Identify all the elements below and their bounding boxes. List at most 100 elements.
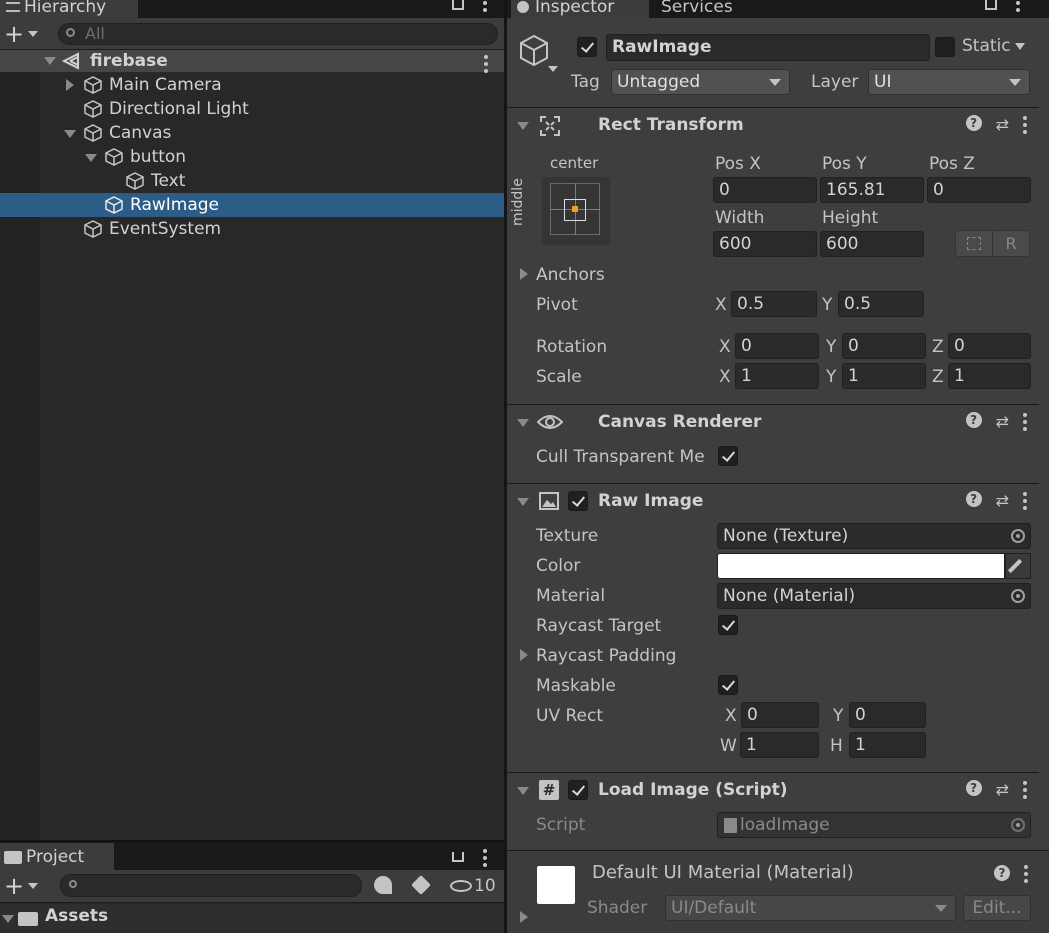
shader-dropdown[interactable]: UI/Default — [665, 895, 956, 921]
pivot-x-label[interactable]: X — [715, 295, 727, 315]
icon-picker-arrow-icon[interactable] — [548, 66, 558, 72]
uv-w-label[interactable]: W — [720, 736, 737, 756]
load-image-enabled-checkbox[interactable] — [568, 780, 588, 800]
uv-h-field[interactable]: 1 — [849, 732, 926, 758]
static-checkbox[interactable] — [935, 37, 955, 57]
raycast-target-checkbox[interactable] — [718, 615, 738, 635]
raw-image-enabled-checkbox[interactable] — [568, 491, 588, 511]
inspector-menu-kebab-icon[interactable] — [1016, 0, 1020, 12]
add-dropdown-arrow-icon[interactable] — [28, 31, 38, 37]
uv-h-label[interactable]: H — [830, 736, 843, 756]
collapse-arrow-icon[interactable] — [517, 419, 529, 427]
collapse-arrow-icon[interactable] — [85, 154, 97, 162]
collapse-arrow-icon[interactable] — [517, 787, 529, 795]
lock-icon[interactable] — [452, 0, 464, 10]
hierarchy-menu-kebab-icon[interactable] — [483, 0, 487, 12]
uv-w-field[interactable]: 1 — [740, 732, 819, 758]
pivot-x-field[interactable]: 0.5 — [731, 291, 817, 317]
tag-dropdown[interactable]: Untagged — [611, 69, 790, 95]
load-image-header[interactable]: # Load Image (Script) ? ⇄ — [507, 772, 1039, 806]
add-dropdown-arrow-icon[interactable] — [28, 883, 38, 889]
material-object-field[interactable]: None (Material) — [717, 583, 1031, 609]
tab-inspector[interactable]: Inspector — [511, 0, 649, 18]
tab-services[interactable]: Services — [655, 0, 775, 18]
material-preview-thumbnail[interactable] — [537, 866, 575, 904]
raw-edit-mode-button[interactable]: R — [992, 230, 1030, 257]
component-menu-kebab-icon[interactable] — [1023, 491, 1027, 510]
help-icon[interactable]: ? — [965, 412, 982, 428]
shader-edit-button[interactable]: Edit... — [963, 895, 1031, 921]
hierarchy-item-main-camera[interactable]: Main Camera — [0, 73, 504, 97]
uv-y-field[interactable]: 0 — [849, 702, 926, 728]
blueprint-mode-button[interactable] — [955, 230, 993, 257]
anchors-label[interactable]: Anchors — [536, 265, 605, 285]
scale-y-label[interactable]: Y — [826, 367, 836, 387]
presets-sliders-icon[interactable]: ⇄ — [996, 491, 1009, 510]
collapse-arrow-icon[interactable] — [64, 130, 76, 138]
hierarchy-item-button[interactable]: button — [0, 145, 504, 169]
texture-object-field[interactable]: None (Texture) — [717, 523, 1031, 549]
component-menu-kebab-icon[interactable] — [1023, 115, 1027, 134]
rotation-y-label[interactable]: Y — [826, 337, 836, 357]
static-dropdown-arrow-icon[interactable] — [1015, 43, 1025, 50]
rotation-y-field[interactable]: 0 — [842, 333, 926, 359]
component-menu-kebab-icon[interactable] — [1023, 780, 1027, 799]
collapse-arrow-icon[interactable] — [517, 498, 529, 506]
maskable-checkbox[interactable] — [718, 675, 738, 695]
height-field[interactable]: 600 — [820, 231, 924, 257]
pos-z-field[interactable]: 0 — [927, 177, 1031, 203]
raycast-padding-label[interactable]: Raycast Padding — [536, 646, 676, 666]
hierarchy-item-text[interactable]: Text — [0, 169, 504, 193]
help-icon[interactable]: ? — [965, 780, 982, 796]
rotation-z-field[interactable]: 0 — [948, 333, 1031, 359]
eyedropper-button[interactable] — [1005, 553, 1031, 579]
rotation-x-field[interactable]: 0 — [735, 333, 819, 359]
help-icon[interactable]: ? — [965, 491, 982, 507]
object-active-checkbox[interactable] — [577, 37, 597, 57]
pos-y-field[interactable]: 165.81 — [820, 177, 924, 203]
hierarchy-item-directional-light[interactable]: Directional Light — [0, 97, 504, 121]
scale-x-field[interactable]: 1 — [735, 363, 819, 389]
presets-sliders-icon[interactable]: ⇄ — [996, 115, 1009, 134]
hierarchy-item-canvas[interactable]: Canvas — [0, 121, 504, 145]
filter-by-type-icon[interactable] — [374, 876, 392, 894]
gameobject-large-cube-icon[interactable] — [518, 34, 550, 68]
color-swatch-field[interactable] — [717, 553, 1005, 579]
uv-x-label[interactable]: X — [725, 706, 737, 726]
scale-z-label[interactable]: Z — [932, 367, 944, 387]
hidden-packages-toggle[interactable]: 10 — [450, 874, 496, 898]
scene-row[interactable]: firebase — [0, 50, 504, 73]
add-plus-icon[interactable]: + — [4, 874, 24, 898]
tab-hierarchy[interactable]: Hierarchy — [0, 0, 138, 18]
uv-y-label[interactable]: Y — [833, 706, 843, 726]
scene-expand-arrow-icon[interactable] — [44, 57, 56, 65]
help-icon[interactable]: ? — [994, 865, 1010, 881]
component-menu-kebab-icon[interactable] — [1023, 412, 1027, 431]
raw-image-header[interactable]: Raw Image ? ⇄ — [507, 483, 1039, 517]
hierarchy-item-rawimage[interactable]: RawImage — [0, 193, 504, 217]
uv-x-field[interactable]: 0 — [741, 702, 819, 728]
canvas-renderer-header[interactable]: Canvas Renderer ? ⇄ — [507, 404, 1039, 438]
scale-y-field[interactable]: 1 — [842, 363, 926, 389]
raycast-padding-expand-arrow-icon[interactable] — [520, 649, 528, 661]
scale-z-field[interactable]: 1 — [948, 363, 1031, 389]
rotation-x-label[interactable]: X — [719, 337, 731, 357]
object-picker-icon[interactable] — [1011, 529, 1025, 543]
pivot-y-field[interactable]: 0.5 — [838, 291, 924, 317]
assets-expand-arrow-icon[interactable] — [2, 915, 14, 923]
tab-project[interactable]: Project — [0, 843, 114, 871]
scene-menu-kebab-icon[interactable] — [484, 54, 488, 73]
lock-icon[interactable] — [985, 0, 997, 10]
width-field[interactable]: 600 — [713, 231, 817, 257]
presets-sliders-icon[interactable]: ⇄ — [996, 412, 1009, 431]
rect-transform-header[interactable]: Rect Transform ? ⇄ — [507, 107, 1039, 141]
material-expand-arrow-icon[interactable] — [520, 911, 528, 923]
pivot-y-label[interactable]: Y — [822, 295, 832, 315]
project-menu-kebab-icon[interactable] — [483, 848, 487, 867]
object-name-input[interactable]: RawImage — [606, 34, 930, 61]
assets-folder-row[interactable]: Assets — [0, 904, 504, 933]
scale-x-label[interactable]: X — [719, 367, 731, 387]
hierarchy-item-eventsystem[interactable]: EventSystem — [0, 217, 504, 241]
object-picker-icon[interactable] — [1011, 589, 1025, 603]
lock-icon[interactable] — [452, 852, 464, 862]
